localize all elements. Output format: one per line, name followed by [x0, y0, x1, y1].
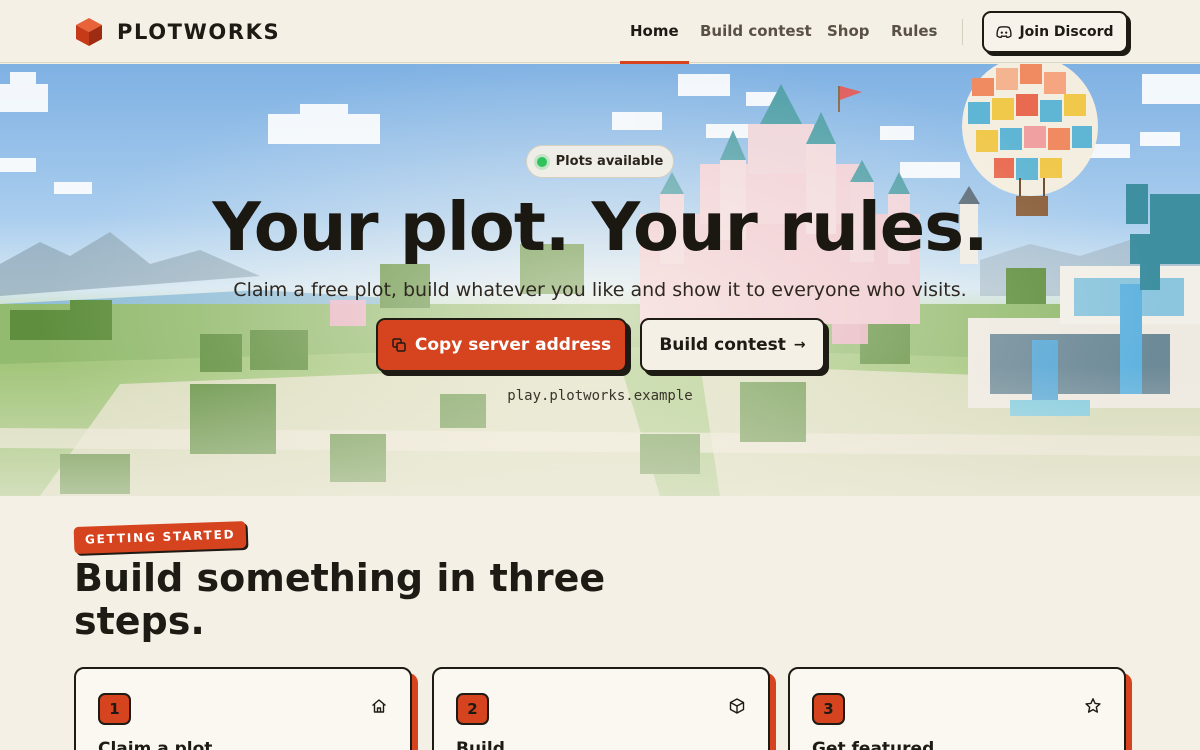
status-badge: Plots available — [526, 145, 674, 178]
home-icon — [372, 699, 386, 713]
brand-name: PLOTWORKS — [117, 20, 281, 44]
step-title: Get featured — [812, 739, 935, 750]
status-label: Plots available — [555, 154, 664, 169]
copy-server-address-button[interactable]: Copy server address — [376, 318, 627, 372]
discord-icon — [996, 26, 1013, 38]
step-card-claim[interactable]: 1 Claim a plot — [74, 667, 412, 750]
step-card-build[interactable]: 2 Build — [432, 667, 770, 750]
copy-icon — [392, 338, 406, 352]
step-number: 3 — [812, 693, 845, 725]
step-title: Claim a plot — [98, 739, 213, 750]
nav-divider — [962, 19, 963, 45]
hero: Plots available Your plot. Your rules. C… — [0, 64, 1200, 496]
join-discord-button[interactable]: Join Discord — [982, 11, 1128, 53]
step-number: 1 — [98, 693, 131, 725]
section-title: Build something in three steps. — [74, 556, 606, 643]
build-contest-label: Build contest — [659, 335, 786, 355]
step-card-featured[interactable]: 3 Get featured — [788, 667, 1126, 750]
arrow-right-icon: → — [793, 337, 806, 353]
build-contest-button[interactable]: Build contest → — [640, 318, 825, 372]
step-number: 2 — [456, 693, 489, 725]
status-dot-icon — [536, 156, 547, 167]
server-address: play.plotworks.example — [507, 388, 693, 404]
nav-link-build-contest[interactable]: Build contest — [700, 0, 812, 63]
hero-subtitle: Claim a free plot, build whatever you li… — [233, 279, 967, 301]
nav-link-shop[interactable]: Shop — [827, 0, 870, 63]
hero-title: Your plot. Your rules. — [212, 188, 988, 266]
copy-server-address-label: Copy server address — [414, 335, 612, 355]
top-nav: PLOTWORKS Home Build contest Shop Rules … — [0, 0, 1200, 64]
red-cube-icon — [76, 18, 102, 46]
nav-link-home[interactable]: Home — [620, 0, 689, 64]
section-eyebrow: GETTING STARTED — [73, 520, 247, 555]
star-icon — [1085, 698, 1101, 713]
join-discord-label: Join Discord — [1019, 24, 1114, 40]
brand-logo[interactable]: PLOTWORKS — [75, 17, 280, 47]
nav-link-rules[interactable]: Rules — [891, 0, 937, 63]
cube-icon — [729, 698, 745, 714]
step-title: Build — [456, 739, 505, 750]
